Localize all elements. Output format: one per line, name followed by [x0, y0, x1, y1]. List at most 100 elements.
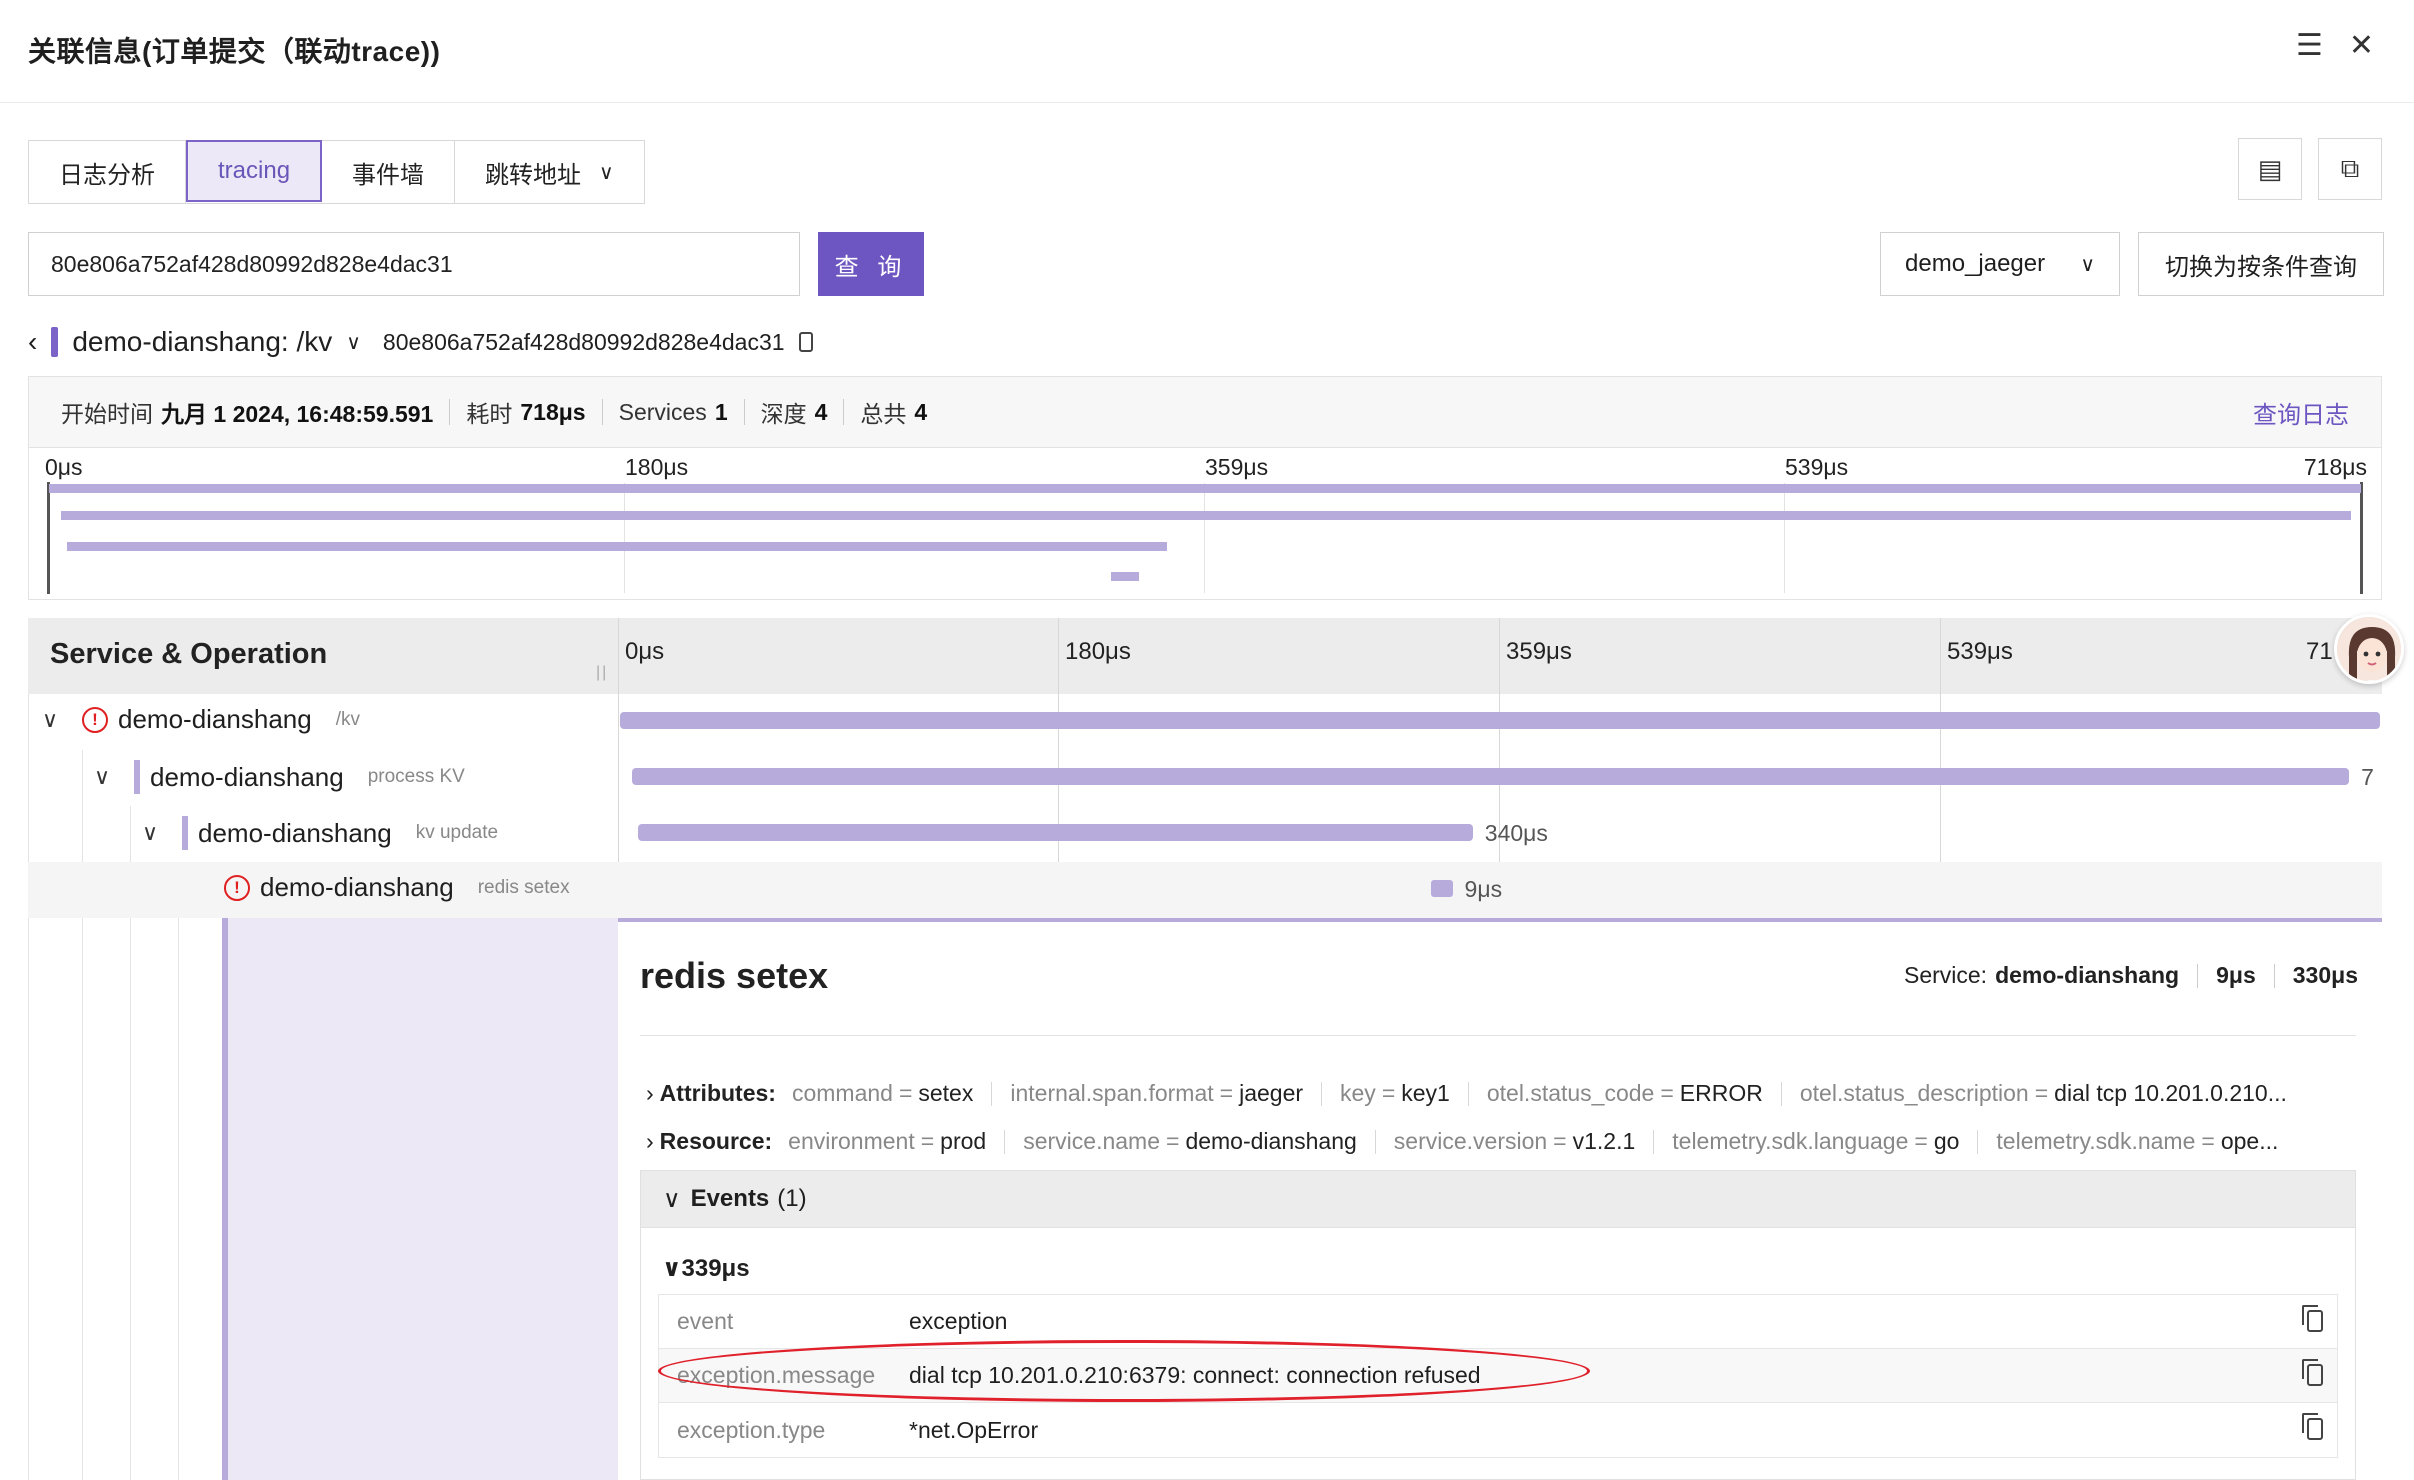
timeline-tick: 71	[2306, 638, 2333, 665]
separator	[2197, 963, 2199, 988]
separator	[1780, 1081, 1782, 1106]
gridline	[1204, 483, 1205, 593]
minimap-span-bar	[49, 484, 2361, 493]
span-start: 330μs	[2292, 962, 2358, 988]
service-label: Service:	[1903, 962, 1988, 988]
tab-jump-address[interactable]: 跳转地址 ∨	[455, 141, 644, 203]
tab-log-analysis[interactable]: 日志分析	[29, 141, 186, 203]
event-value: exception	[909, 1308, 1008, 1334]
span-bar[interactable]	[620, 712, 2380, 729]
graph-view-button[interactable]: ⧉	[2318, 138, 2382, 200]
trace-id-input[interactable]	[28, 232, 800, 296]
span-duration-label: 7	[2361, 764, 2374, 790]
duration-label: 耗时	[466, 401, 513, 427]
tag: internal.span.format = jaeger	[1010, 1080, 1303, 1107]
copy-icon[interactable]	[2302, 1359, 2323, 1386]
separator	[1321, 1081, 1323, 1106]
list-view-icon: ▤	[2257, 153, 2283, 184]
chevron-down-icon[interactable]: ∨	[42, 707, 72, 733]
separator	[1467, 1081, 1469, 1106]
event-row: event exception	[659, 1295, 2337, 1349]
resource-row[interactable]: › Resource: environment = prod service.name…	[646, 1128, 2354, 1155]
chevron-down-icon[interactable]: ∨	[94, 764, 124, 790]
tag-equals: =	[1914, 1128, 1928, 1154]
events-count: (1)	[777, 1185, 807, 1212]
span-duration-label: 340μs	[1484, 820, 1548, 846]
minimap-tick: 180μs	[625, 454, 689, 480]
assistant-avatar[interactable]	[2334, 614, 2404, 684]
datasource-select[interactable]: demo_jaeger ∨	[1880, 232, 2120, 296]
depth-value: 4	[814, 398, 828, 425]
timeline-tick: 0μs	[625, 638, 665, 665]
chevron-right-icon[interactable]: ›	[646, 1128, 654, 1155]
indent-icon[interactable]: ☰	[2296, 28, 2323, 63]
timeline-tick: 180μs	[1065, 638, 1131, 665]
span-bar[interactable]	[1430, 880, 1453, 897]
tag-equals: =	[2201, 1128, 2215, 1154]
tag: service.version = v1.2.1	[1394, 1128, 1635, 1155]
tag-value: setex	[918, 1080, 974, 1106]
switch-query-mode-button[interactable]: 切换为按条件查询	[2138, 232, 2384, 296]
attributes-row[interactable]: › Attributes: command = setex internal.span…	[646, 1080, 2354, 1107]
detail-gutter	[228, 918, 618, 1480]
span-operation: kv update	[415, 822, 499, 843]
tag-key: environment	[788, 1128, 915, 1154]
query-logs-link[interactable]: 查询日志	[2253, 395, 2349, 430]
minimap-span-bar	[1111, 572, 1139, 581]
tab-label: 事件墙	[352, 161, 425, 189]
trace-minimap[interactable]: 0μs 180μs 359μs 539μs 718μs	[28, 448, 2382, 600]
column-resize-handle[interactable]: ||	[596, 664, 608, 682]
tag: otel.status_description = dial tcp 10.201.…	[1800, 1080, 2287, 1107]
minimap-span-bar	[61, 511, 2351, 520]
span-operation: process KV	[367, 766, 465, 787]
service-color-bar	[134, 760, 140, 794]
tag: key = key1	[1340, 1080, 1450, 1107]
tag-key: internal.span.format	[1010, 1080, 1214, 1106]
chevron-down-icon[interactable]: ∨	[346, 330, 361, 355]
copy-icon[interactable]	[2302, 1305, 2323, 1332]
copy-icon[interactable]	[2302, 1413, 2323, 1440]
separator	[2273, 963, 2275, 988]
attributes-label: Attributes:	[659, 1080, 776, 1106]
minimap-tick: 359μs	[1205, 454, 1269, 480]
back-icon[interactable]: ‹	[28, 326, 37, 358]
chevron-down-icon: ∨	[663, 1185, 681, 1213]
minimap-handle-left[interactable]	[47, 482, 50, 594]
span-bar[interactable]	[637, 824, 1473, 841]
span-row-selected[interactable]: ! demo-dianshang redis setex	[28, 862, 2382, 918]
minimap-tick: 0μs	[45, 454, 83, 480]
chevron-down-icon: ∨	[662, 1255, 682, 1282]
span-operation: redis setex	[477, 876, 570, 898]
tag-key: key	[1340, 1080, 1376, 1106]
service-operation-title: Service & Operation	[50, 638, 328, 670]
event-row: exception.type *net.OpError	[659, 1403, 2337, 1457]
event-time-value: 339μs	[681, 1255, 750, 1282]
separator	[601, 399, 603, 425]
list-view-button[interactable]: ▤	[2238, 138, 2302, 200]
tab-bar: 日志分析 tracing 事件墙 跳转地址 ∨	[28, 140, 645, 204]
tab-event-wall[interactable]: 事件墙	[322, 141, 456, 203]
start-label: 开始时间	[61, 401, 153, 427]
close-icon[interactable]: ✕	[2349, 28, 2374, 63]
gridline	[1784, 483, 1785, 593]
separator	[1004, 1129, 1006, 1154]
tab-label: tracing	[218, 157, 291, 184]
events-section-header[interactable]: ∨ Events (1)	[640, 1170, 2356, 1228]
tag-key: otel.status_code	[1486, 1080, 1655, 1106]
span-bar[interactable]	[632, 768, 2350, 785]
chevron-down-icon[interactable]: ∨	[142, 820, 172, 846]
query-button[interactable]: 查 询	[818, 232, 924, 296]
tag-value: prod	[940, 1128, 987, 1154]
copy-icon[interactable]	[798, 332, 813, 352]
error-icon: !	[82, 706, 108, 733]
header-actions: ☰ ✕	[2296, 28, 2374, 63]
tree-guide	[178, 862, 179, 1480]
separator	[743, 399, 745, 425]
span-duration-label: 9μs	[1464, 876, 1503, 902]
tag-value: demo-dianshang	[1185, 1128, 1357, 1154]
minimap-tick: 718μs	[2303, 454, 2367, 480]
tab-tracing[interactable]: tracing	[186, 140, 323, 202]
chevron-right-icon[interactable]: ›	[646, 1080, 654, 1107]
minimap-handle-right[interactable]	[2360, 482, 2363, 594]
event-time[interactable]: ∨339μs	[662, 1254, 750, 1283]
